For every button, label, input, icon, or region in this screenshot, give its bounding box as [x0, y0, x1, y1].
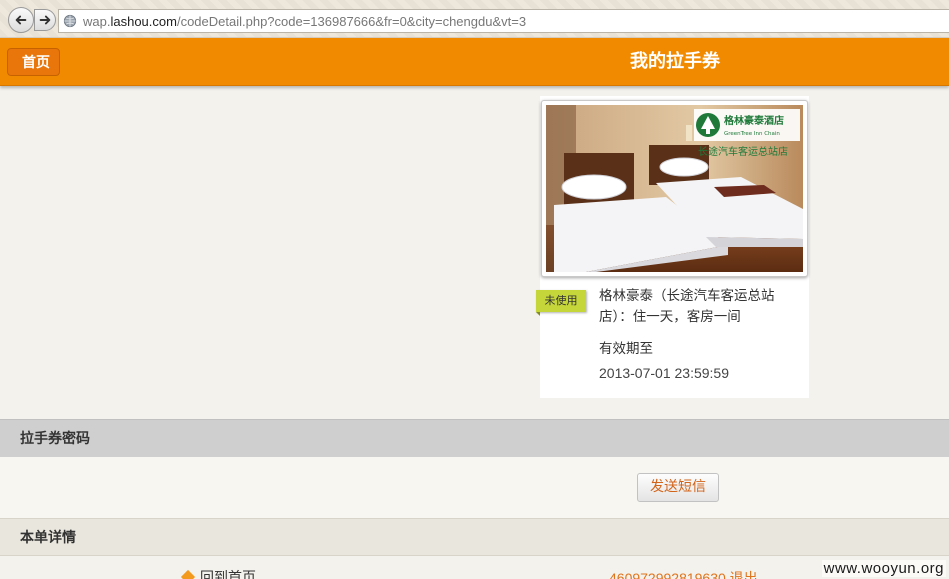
user-logout-link[interactable]: 460972992819630 退出	[609, 568, 758, 579]
valid-until-label: 有效期至	[599, 341, 653, 357]
diamond-icon	[180, 569, 196, 579]
detail-section-header: 本单详情	[0, 518, 949, 556]
home-button[interactable]: 首页	[7, 48, 60, 76]
code-section-header: 拉手券密码	[0, 419, 949, 457]
code-section-body	[0, 457, 949, 518]
back-button[interactable]	[8, 7, 34, 33]
forward-button[interactable]	[34, 9, 56, 31]
deal-image-frame[interactable]: 格林豪泰酒店 GreenTree Inn Chain 长途汽车客运总站店	[541, 100, 808, 277]
globe-icon	[63, 14, 77, 28]
back-home-label: 回到首页	[200, 570, 256, 579]
address-bar[interactable]: wap.lashou.com/codeDetail.php?code=13698…	[58, 9, 949, 33]
page-title: 我的拉手券	[630, 51, 720, 72]
deal-card[interactable]: 格林豪泰酒店 GreenTree Inn Chain 长途汽车客运总站店 未使用…	[536, 96, 809, 398]
arrow-right-icon	[39, 15, 51, 25]
back-home-link[interactable]: 回到首页	[180, 567, 256, 579]
watermark: www.wooyun.org	[821, 560, 946, 577]
footer-row	[0, 557, 949, 579]
logo-subtext: GreenTree Inn Chain	[724, 131, 780, 137]
arrow-left-icon	[15, 15, 27, 25]
browser-toolbar: wap.lashou.com/codeDetail.php?code=13698…	[0, 0, 949, 38]
deal-image: 格林豪泰酒店 GreenTree Inn Chain 长途汽车客运总站店	[546, 105, 803, 272]
page-header: 首页 我的拉手券	[0, 38, 949, 86]
url-domain: lashou.com	[110, 13, 177, 29]
branch-text: 长途汽车客运总站店	[698, 145, 788, 158]
deal-title[interactable]: 格林豪泰（长途汽车客运总站店）：住一天，客房一间	[599, 286, 803, 328]
valid-until-date: 2013-07-01 23:59:59	[599, 365, 729, 381]
home-button-label: 首页	[22, 55, 50, 71]
status-badge: 未使用	[536, 290, 586, 316]
url-path: /codeDetail.php?code=136987666&fr=0&city…	[176, 13, 527, 29]
send-sms-button[interactable]: 发送短信	[637, 473, 719, 502]
url-prefix: wap.	[83, 13, 111, 29]
logo-text: 格林豪泰酒店	[724, 114, 784, 127]
url-text: wap.lashou.com/codeDetail.php?code=13698…	[83, 14, 526, 29]
